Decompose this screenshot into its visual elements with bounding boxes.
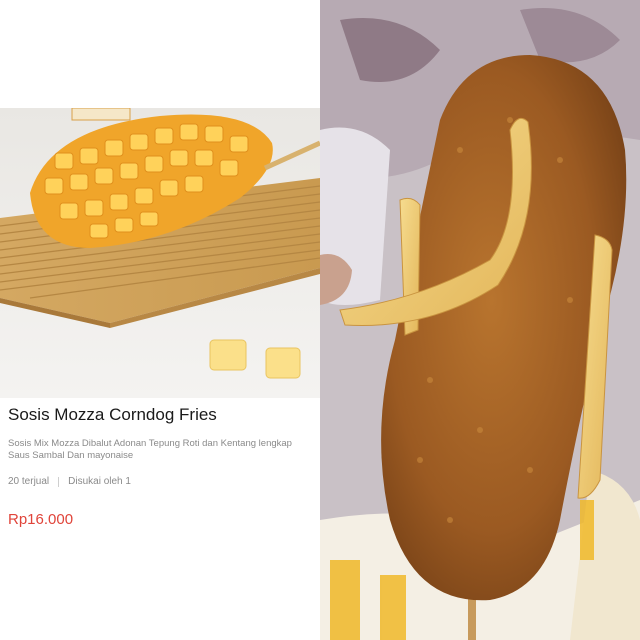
reality-photo [320, 0, 640, 640]
product-card[interactable]: Sosis Mozza Corndog Fries Sosis Mix Mozz… [0, 0, 320, 640]
liked-count: Disukai oleh 1 [68, 476, 131, 487]
product-description-line-1: Sosis Mix Mozza Dibalut Adonan Tepung Ro… [8, 438, 292, 449]
product-photo[interactable] [0, 108, 320, 398]
product-description: Sosis Mix Mozza Dibalut Adonan Tepung Ro… [8, 438, 320, 462]
stats-divider [58, 476, 60, 487]
product-title[interactable]: Sosis Mozza Corndog Fries [8, 405, 217, 425]
product-description-line-2: Saus Sambal Dan mayonaise [8, 450, 134, 461]
product-price: Rp16.000 [8, 511, 74, 528]
sold-count: 20 terjual [8, 476, 50, 487]
product-stats: 20 terjual Disukai oleh 1 [8, 476, 131, 487]
